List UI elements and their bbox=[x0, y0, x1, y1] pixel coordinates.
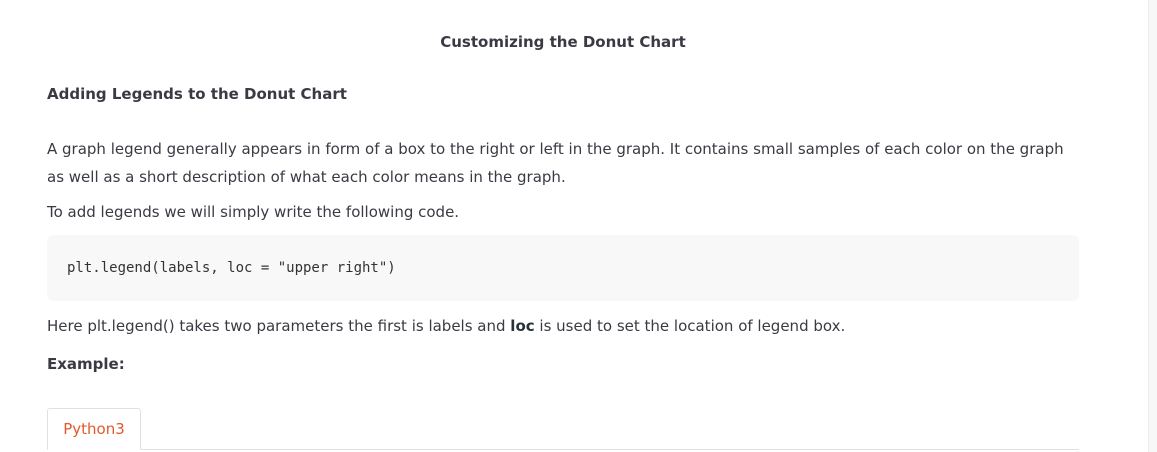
parameters-text-after: is used to set the location of legend bo… bbox=[534, 317, 846, 335]
parameters-text-before: Here plt.legend() takes two parameters t… bbox=[47, 317, 511, 335]
parameters-paragraph: Here plt.legend() takes two parameters t… bbox=[47, 315, 845, 337]
section-heading: Adding Legends to the Donut Chart bbox=[47, 85, 347, 103]
scrollbar-track[interactable] bbox=[1148, 0, 1157, 452]
instruction-paragraph: To add legends we will simply write the … bbox=[47, 203, 460, 221]
code-snippet[interactable]: plt.legend(labels, loc = "upper right") bbox=[67, 260, 396, 276]
loc-keyword: loc bbox=[510, 317, 535, 335]
legend-description-paragraph: A graph legend generally appears in form… bbox=[47, 140, 1064, 186]
example-label: Example: bbox=[47, 355, 125, 373]
code-block: plt.legend(labels, loc = "upper right") bbox=[47, 235, 1079, 301]
page-title: Customizing the Donut Chart bbox=[440, 33, 686, 51]
tab-python3[interactable]: Python3 bbox=[47, 408, 141, 450]
code-tab-bar-divider bbox=[47, 449, 1079, 450]
